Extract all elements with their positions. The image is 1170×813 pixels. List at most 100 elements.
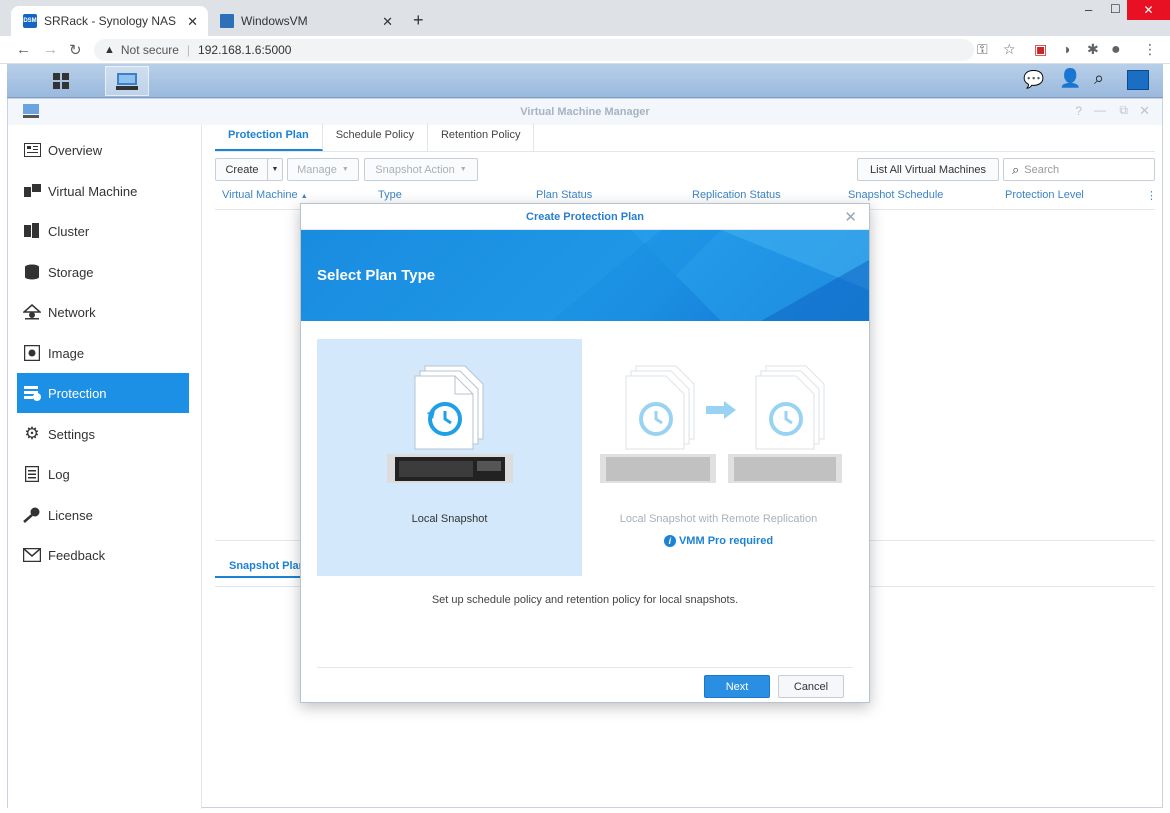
grid-icon [53, 73, 69, 89]
address-bar-row: ← → ↻ ▲ Not secure | 192.168.1.6:5000 ⚿ … [0, 36, 1170, 64]
key-icon[interactable]: ⚿ [977, 41, 988, 58]
minimize-window-icon[interactable]: — [1094, 103, 1106, 117]
close-tab-icon[interactable]: ✕ [382, 14, 393, 30]
security-status: Not secure [120, 43, 179, 57]
tab-protection-plan[interactable]: Protection Plan [215, 123, 323, 151]
close-tab-icon[interactable]: ✕ [187, 14, 198, 30]
log-icon [23, 465, 41, 483]
column-protection-level[interactable]: Protection Level [1005, 189, 1084, 201]
vmm-pro-notice[interactable]: i VMM Pro required [586, 535, 851, 547]
dsm-taskbar: 💬 👤 ⌕ [7, 64, 1163, 98]
main-menu-button[interactable] [39, 66, 83, 96]
option-label: Local Snapshot [411, 513, 488, 525]
window-title: Virtual Machine Manager [8, 99, 1162, 125]
sidebar-item-virtual-machine[interactable]: Virtual Machine [17, 171, 189, 211]
column-plan-status[interactable]: Plan Status [536, 189, 592, 201]
chevron-down-icon: ▼ [341, 166, 349, 173]
extension-circle-icon[interactable]: ◑ [1062, 41, 1070, 57]
close-window-icon[interactable]: ✕ [1139, 103, 1150, 119]
storage-icon [23, 263, 41, 281]
remote-replication-icon [600, 365, 842, 483]
maximize-button[interactable]: ☐ [1110, 2, 1121, 16]
sidebar-item-network[interactable]: Network [17, 292, 189, 332]
dialog-banner: Select Plan Type [301, 230, 869, 321]
option-local-snapshot[interactable]: Local Snapshot [317, 339, 582, 576]
tab-retention-policy[interactable]: Retention Policy [428, 123, 535, 151]
search-icon[interactable]: ⌕ [1094, 68, 1104, 89]
sidebar-item-label: License [48, 507, 93, 523]
sidebar-item-protection[interactable]: Protection [17, 373, 189, 413]
restore-window-icon[interactable]: ⧉ [1119, 103, 1128, 118]
search-placeholder: Search [1024, 163, 1060, 176]
menu-dots-icon[interactable]: ⋮ [1143, 41, 1157, 58]
sidebar: Overview Virtual Machine Cluster Storage… [8, 125, 202, 809]
manage-button[interactable]: Manage ▼ [287, 158, 359, 181]
sidebar-item-feedback[interactable]: Feedback [17, 535, 189, 575]
browser-tab-windowsvm[interactable]: WindowsVM ✕ [208, 6, 403, 36]
sidebar-item-image[interactable]: Image [17, 333, 189, 373]
column-snapshot-schedule[interactable]: Snapshot Schedule [848, 189, 943, 201]
snapshot-action-button[interactable]: Snapshot Action ▼ [364, 158, 478, 181]
tab-schedule-policy[interactable]: Schedule Policy [323, 123, 428, 151]
chat-icon[interactable]: 💬 [1023, 70, 1044, 90]
cluster-icon [23, 222, 41, 240]
plan-description: Set up schedule policy and retention pol… [431, 594, 739, 606]
create-button[interactable]: Create [215, 158, 269, 181]
next-button[interactable]: Next [704, 675, 770, 698]
profile-icon[interactable]: ● [1111, 41, 1121, 59]
virtual-machine-icon [23, 182, 41, 200]
url-bar[interactable]: ▲ Not secure | 192.168.1.6:5000 [94, 39, 974, 61]
sidebar-item-overview[interactable]: Overview [17, 130, 189, 170]
sort-ascending-icon: ▲ [300, 193, 308, 200]
reload-icon[interactable]: ↻ [69, 41, 82, 59]
browser-tab-bar: DSM SRRack - Synology NAS ✕ WindowsVM ✕ … [0, 0, 1170, 36]
sidebar-item-settings[interactable]: ⚙ Settings [17, 414, 189, 454]
sidebar-item-log[interactable]: Log [17, 454, 189, 494]
widgets-icon[interactable] [1127, 70, 1149, 90]
list-all-vms-button[interactable]: List All Virtual Machines [857, 158, 999, 181]
close-window-button[interactable]: ✕ [1127, 0, 1170, 20]
option-remote-replication[interactable]: Local Snapshot with Remote Replication i… [586, 339, 851, 576]
cancel-button[interactable]: Cancel [778, 675, 844, 698]
back-arrow-icon[interactable]: ← [16, 41, 31, 58]
settings-icon: ⚙ [24, 424, 40, 443]
network-icon [23, 303, 41, 321]
create-dropdown-button[interactable]: ▼ [267, 158, 283, 181]
minimize-button[interactable]: – [1085, 2, 1092, 17]
puzzle-icon[interactable]: ✱ [1087, 41, 1099, 58]
column-replication-status[interactable]: Replication Status [692, 189, 781, 201]
vmm-taskbar-button[interactable] [105, 66, 149, 96]
overview-icon [23, 141, 41, 159]
image-icon [23, 344, 41, 362]
sidebar-item-cluster[interactable]: Cluster [17, 211, 189, 251]
browser-tab-srrack[interactable]: DSM SRRack - Synology NAS ✕ [11, 6, 208, 36]
search-input[interactable]: ⌕ Search [1003, 158, 1155, 181]
warning-triangle-icon: ▲ [104, 44, 115, 56]
new-tab-button[interactable]: + [413, 10, 424, 31]
vm-favicon-icon [220, 14, 234, 28]
close-icon[interactable]: ✕ [844, 208, 857, 226]
column-menu-icon[interactable]: ⋮ [1146, 189, 1157, 202]
column-type[interactable]: Type [378, 189, 402, 201]
help-icon[interactable]: ? [1075, 104, 1082, 118]
sidebar-item-label: Cluster [48, 223, 90, 239]
banner-title: Select Plan Type [317, 267, 436, 284]
sidebar-item-label: Settings [48, 426, 95, 442]
user-icon[interactable]: 👤 [1059, 68, 1081, 89]
vmm-app-icon [116, 73, 138, 90]
sidebar-item-label: Protection [48, 385, 107, 401]
pdf-extension-icon[interactable]: ▣ [1034, 41, 1047, 58]
column-virtual-machine[interactable]: Virtual Machine ▲ [222, 189, 308, 201]
dialog-title: Create Protection Plan [301, 204, 869, 230]
sidebar-item-license[interactable]: License [17, 495, 189, 535]
sidebar-item-label: Feedback [48, 547, 106, 563]
forward-arrow-icon[interactable]: → [43, 41, 58, 58]
search-icon: ⌕ [1012, 161, 1020, 177]
sidebar-item-label: Virtual Machine [48, 183, 138, 199]
sidebar-item-storage[interactable]: Storage [17, 252, 189, 292]
sidebar-item-label: Image [48, 345, 85, 361]
chevron-down-icon: ▼ [459, 166, 467, 173]
chevron-down-icon: ▼ [271, 166, 279, 173]
bookmark-star-icon[interactable]: ☆ [1003, 41, 1016, 58]
local-snapshot-icon [387, 365, 513, 483]
